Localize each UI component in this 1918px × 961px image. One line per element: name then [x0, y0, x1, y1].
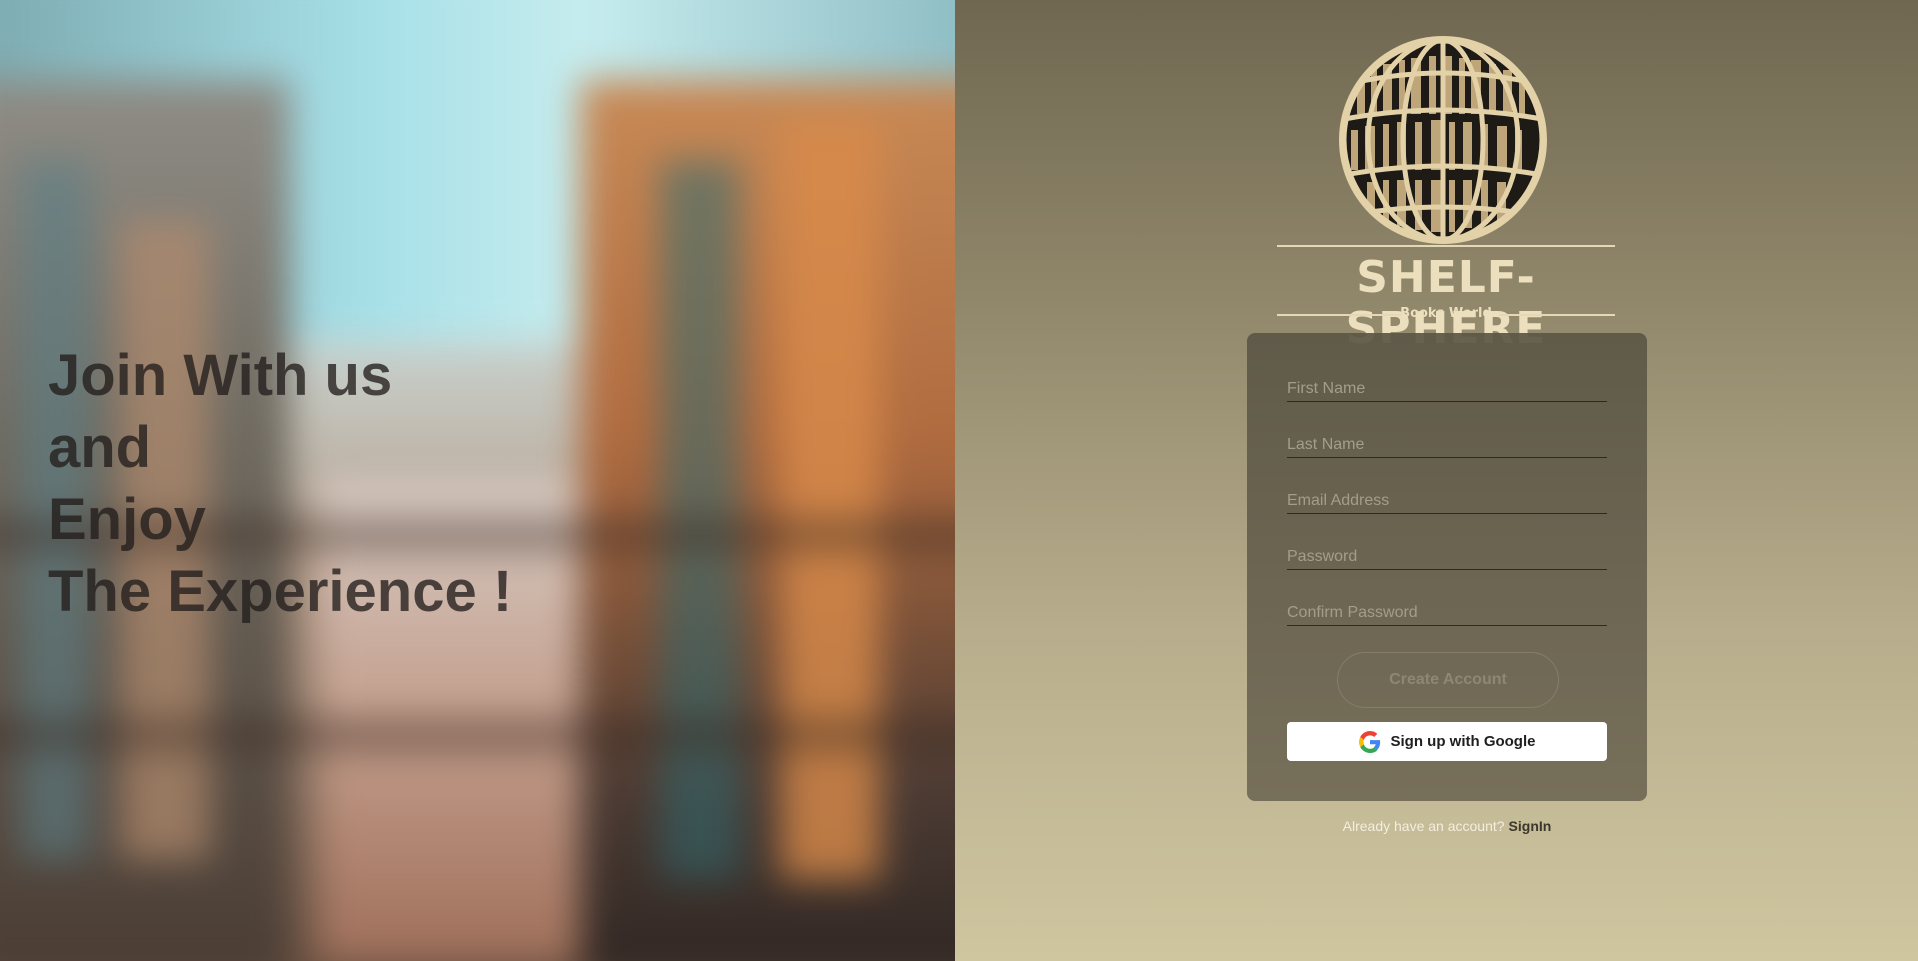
brand-divider-right: [1499, 314, 1615, 316]
brand-logo: SHELF-SPHERE Books World: [1277, 34, 1615, 354]
google-icon: [1358, 730, 1380, 753]
signin-prompt: Already have an account? SignIn: [1247, 818, 1647, 834]
hero-line-1: Join With us: [48, 343, 393, 408]
confirm-password-input[interactable]: [1287, 590, 1607, 625]
google-signup-button[interactable]: Sign up with Google: [1287, 722, 1607, 761]
create-account-button[interactable]: Create Account: [1337, 652, 1559, 708]
hero-image: Join With us and Enjoy The Experience !: [0, 0, 955, 961]
signin-link[interactable]: SignIn: [1509, 818, 1552, 834]
signin-prompt-text: Already have an account?: [1342, 818, 1505, 834]
email-input[interactable]: [1287, 478, 1607, 513]
first-name-input[interactable]: [1287, 366, 1607, 401]
hero-line-4: The Experience !: [48, 559, 513, 624]
google-signup-label: Sign up with Google: [1390, 733, 1536, 750]
last-name-field: [1287, 422, 1607, 458]
brand-divider-top: [1277, 245, 1615, 247]
confirm-password-field: [1287, 590, 1607, 626]
hero-line-3: Enjoy: [48, 487, 206, 552]
signup-form-card: Create Account Sign up with Google: [1247, 333, 1647, 801]
globe-bookshelf-icon: [1339, 36, 1547, 244]
password-input[interactable]: [1287, 534, 1607, 569]
email-field: [1287, 478, 1607, 514]
password-field: [1287, 534, 1607, 570]
hero-heading: Join With us and Enjoy The Experience !: [48, 340, 512, 628]
first-name-field: [1287, 366, 1607, 402]
hero-line-2: and: [48, 415, 152, 480]
last-name-input[interactable]: [1287, 422, 1607, 457]
